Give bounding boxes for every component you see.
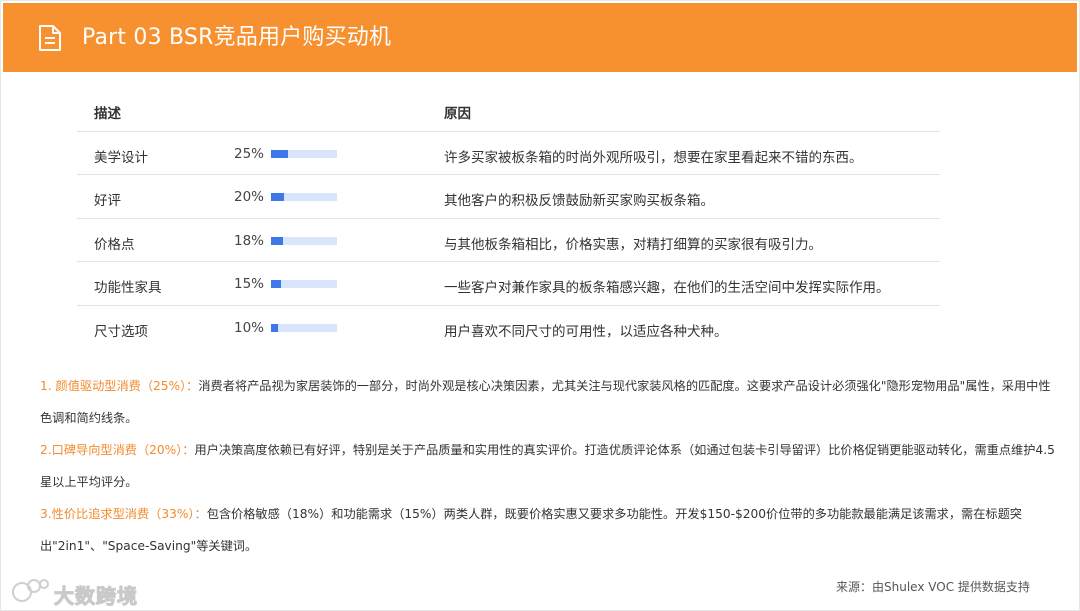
note-2-title: 2.口碑导向型消费（20%）： xyxy=(40,443,195,457)
header-desc: 描述 xyxy=(94,106,121,122)
table-row: 美学设计 25% 许多买家被板条箱的时尚外观所吸引，想要在家里看起来不错的东西。 xyxy=(77,132,940,176)
note-3: 3.性价比追求型消费（33%）：包含价格敏感（18%）和功能需求（15%）两类人… xyxy=(40,498,1056,562)
percent-bar-fill xyxy=(271,150,288,158)
percent-bar xyxy=(271,150,337,158)
row-percent: 20% xyxy=(234,189,265,206)
row-percent: 15% xyxy=(234,276,265,293)
note-3-title: 3.性价比追求型消费（33%）： xyxy=(40,507,207,521)
brand-logo-text: 大数跨境 xyxy=(54,584,138,609)
note-1-title: 1. 颜值驱动型消费（25%）： xyxy=(40,379,199,393)
row-percent: 25% xyxy=(234,146,265,162)
header-bar: Part 03 BSR竞品用户购买动机 xyxy=(3,3,1077,72)
table-row: 功能性家具 15% 一些客户对兼作家具的板条箱感兴趣，在他们的生活空间中发挥实际作用… xyxy=(77,262,940,306)
table-row: 好评 20% 其他客户的积极反馈鼓励新买家购买板条箱。 xyxy=(77,175,940,219)
percent-bar-fill xyxy=(271,280,281,289)
row-reason: 用户喜欢不同尺寸的可用性，以适应各种犬种。 xyxy=(444,323,728,340)
percent-bar-fill xyxy=(271,236,283,245)
percent-bar-fill xyxy=(271,193,285,202)
row-percent: 10% xyxy=(234,319,265,336)
percent-bar xyxy=(271,236,337,245)
table-row: 价格点 18% 与其他板条箱相比，价格实惠，对精打细算的买家很有吸引力。 xyxy=(77,219,940,263)
analysis-notes: 1. 颜值驱动型消费（25%）：消费者将产品视为家居装饰的一部分，时尚外观是核心… xyxy=(40,370,1056,562)
row-reason: 许多买家被板条箱的时尚外观所吸引，想要在家里看起来不错的东西。 xyxy=(444,150,863,166)
table-header: 描述 原因 xyxy=(77,90,940,132)
row-label: 功能性家具 xyxy=(94,280,162,297)
row-label: 好评 xyxy=(94,193,121,210)
percent-bar xyxy=(271,323,337,332)
page-title: Part 03 BSR竞品用户购买动机 xyxy=(82,25,392,50)
document-icon xyxy=(39,25,61,51)
percent-bar xyxy=(271,193,337,202)
percent-bar xyxy=(271,280,337,289)
row-label: 尺寸选项 xyxy=(94,323,148,340)
note-1: 1. 颜值驱动型消费（25%）：消费者将产品视为家居装饰的一部分，时尚外观是核心… xyxy=(40,370,1056,434)
row-reason: 一些客户对兼作家具的板条箱感兴趣，在他们的生活空间中发挥实际作用。 xyxy=(444,280,890,297)
percent-bar-fill xyxy=(271,323,278,332)
table-row: 尺寸选项 10% 用户喜欢不同尺寸的可用性，以适应各种犬种。 xyxy=(77,306,940,349)
note-2: 2.口碑导向型消费（20%）：用户决策高度依赖已有好评，特别是关于产品质量和实用… xyxy=(40,434,1056,498)
row-label: 美学设计 xyxy=(94,150,148,166)
source-note: 来源：由Shulex VOC 提供数据支持 xyxy=(836,580,1030,594)
row-reason: 与其他板条箱相比，价格实惠，对精打细算的买家很有吸引力。 xyxy=(444,236,822,253)
row-label: 价格点 xyxy=(94,236,135,253)
row-reason: 其他客户的积极反馈鼓励新买家购买板条箱。 xyxy=(444,193,714,210)
header-reason: 原因 xyxy=(444,106,471,122)
row-percent: 18% xyxy=(234,232,265,249)
motivation-table: 描述 原因 美学设计 25% 许多买家被板条箱的时尚外观所吸引，想要在家里看起来不错… xyxy=(77,90,940,349)
